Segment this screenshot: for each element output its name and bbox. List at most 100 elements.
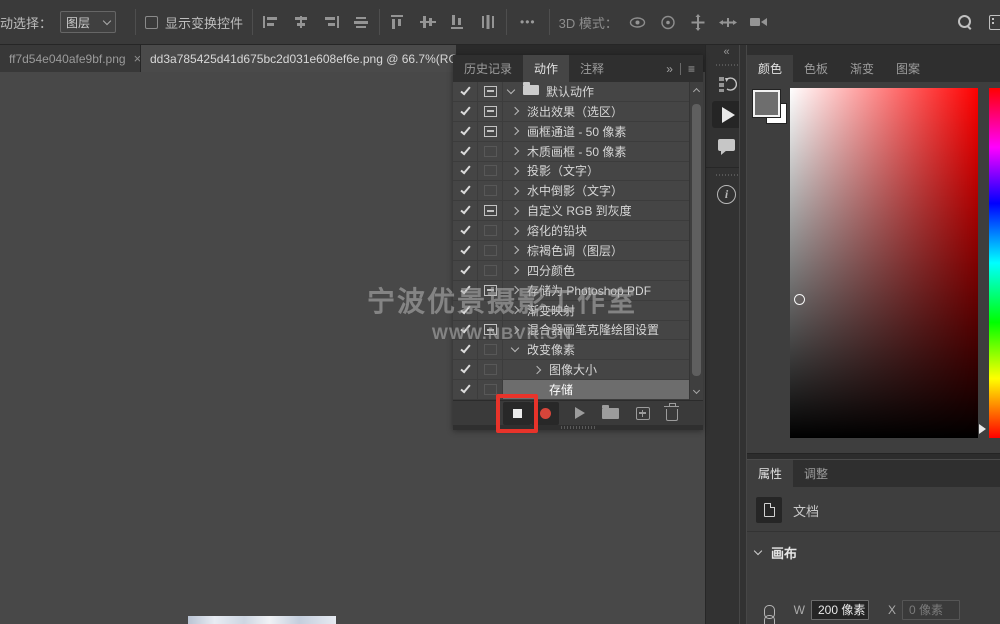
scrollbar-thumb[interactable] [692,104,701,376]
dock-grip[interactable] [716,64,738,66]
tab-history[interactable]: 历史记录 [453,55,523,82]
tab-properties[interactable]: 属性 [747,460,793,487]
action-dialog-toggle[interactable] [478,261,503,280]
distribute-vertical-centers-icon[interactable] [479,14,497,30]
auto-select-dropdown[interactable]: 图层 [60,11,116,33]
color-saturation-field[interactable] [790,88,978,438]
action-dialog-toggle[interactable] [478,102,503,121]
action-enabled-checkbox[interactable] [453,241,478,260]
3d-camera-icon[interactable] [749,15,768,29]
tab-color[interactable]: 颜色 [747,55,793,82]
action-row[interactable]: 改变像素 [453,340,689,360]
expander-icon[interactable] [511,306,519,314]
action-row[interactable]: 棕褐色调（图层） [453,241,689,261]
action-dialog-toggle[interactable] [478,201,503,220]
action-enabled-checkbox[interactable] [453,122,478,141]
more-options-icon[interactable]: ••• [520,15,536,29]
action-enabled-checkbox[interactable] [453,82,478,101]
show-transform-checkbox[interactable] [145,16,158,29]
link-dimensions-icon[interactable] [764,605,776,624]
action-dialog-toggle[interactable] [478,82,503,101]
expander-icon[interactable] [511,167,519,175]
scroll-down-icon[interactable] [693,387,700,394]
action-dialog-toggle[interactable] [478,142,503,161]
actions-scrollbar[interactable] [689,82,703,400]
new-set-folder-button[interactable] [602,408,619,419]
expander-icon[interactable] [511,286,519,294]
tab-actions[interactable]: 动作 [523,55,569,82]
action-dialog-toggle[interactable] [478,340,503,359]
align-horizontal-centers-icon[interactable] [292,14,310,30]
collapse-panels-icon[interactable]: « [706,45,747,58]
expander-icon[interactable] [507,86,515,94]
color-field-cursor[interactable] [794,294,805,305]
search-icon[interactable] [957,14,973,30]
tab-swatches[interactable]: 色板 [793,55,839,82]
action-enabled-checkbox[interactable] [453,360,478,379]
3d-roll-icon[interactable] [659,14,677,31]
action-enabled-checkbox[interactable] [453,221,478,240]
delete-button[interactable] [666,409,678,421]
tab-patterns[interactable]: 图案 [885,55,931,82]
align-top-edges-icon[interactable] [389,14,407,30]
close-icon[interactable]: × [134,51,141,66]
action-dialog-toggle[interactable] [478,321,503,340]
action-row[interactable]: 渐变映射 [453,301,689,321]
expander-icon[interactable] [511,246,519,254]
expander-icon[interactable] [511,187,519,195]
distribute-horizontal-centers-icon[interactable] [352,14,370,30]
action-row[interactable]: 投影（文字） [453,162,689,182]
action-enabled-checkbox[interactable] [453,340,478,359]
expander-icon[interactable] [511,226,519,234]
new-action-button[interactable] [636,407,650,420]
expander-icon[interactable] [511,344,519,352]
foreground-background-swatches[interactable] [753,90,789,126]
expander-icon[interactable] [511,326,519,334]
document-tab[interactable]: ff7d54e040afe9bf.png × [0,45,141,72]
document-tab-active[interactable]: dd3a785425d41d675bc2d031e608ef6e.png @ 6… [141,45,456,72]
dock-grip[interactable] [716,174,738,176]
history-panel-icon[interactable] [706,70,747,98]
hue-strip[interactable] [989,88,1000,438]
hue-slider-icon[interactable] [979,424,986,434]
canvas-section-header[interactable]: 画布 [755,543,797,562]
action-dialog-toggle[interactable] [478,281,503,300]
action-row[interactable]: 画框通道 - 50 像素 [453,122,689,142]
expander-icon[interactable] [511,107,519,115]
3d-orbit-icon[interactable] [628,14,647,31]
play-selection-button[interactable] [575,407,585,419]
3d-pan-icon[interactable] [689,14,707,31]
action-enabled-checkbox[interactable] [453,301,478,320]
foreground-color-swatch[interactable] [753,90,780,117]
align-left-edges-icon[interactable] [262,14,280,30]
action-enabled-checkbox[interactable] [453,321,478,340]
action-row[interactable]: 图像大小 [453,360,689,380]
action-enabled-checkbox[interactable] [453,162,478,181]
action-row[interactable]: 自定义 RGB 到灰度 [453,201,689,221]
workspace-switcher-icon[interactable] [989,15,1000,30]
action-row[interactable]: 混合器画笔克隆绘图设置 [453,321,689,341]
panel-resize-grip[interactable] [453,425,703,430]
actions-panel-icon[interactable] [712,101,742,128]
action-row[interactable]: 熔化的铅块 [453,221,689,241]
action-dialog-toggle[interactable] [478,241,503,260]
action-enabled-checkbox[interactable] [453,201,478,220]
action-dialog-toggle[interactable] [478,122,503,141]
info-panel-icon[interactable]: i [706,180,747,208]
action-dialog-toggle[interactable] [478,301,503,320]
action-enabled-checkbox[interactable] [453,380,478,399]
3d-slide-icon[interactable] [719,14,737,31]
action-enabled-checkbox[interactable] [453,181,478,200]
tab-gradients[interactable]: 渐变 [839,55,885,82]
panel-divider[interactable] [747,453,1000,460]
width-input[interactable]: 200 像素 [811,600,869,620]
align-bottom-edges-icon[interactable] [449,14,467,30]
scroll-up-icon[interactable] [693,88,700,95]
align-right-edges-icon[interactable] [322,14,340,30]
action-row[interactable]: 水中倒影（文字） [453,181,689,201]
action-row[interactable]: 木质画框 - 50 像素 [453,142,689,162]
expander-icon[interactable] [511,206,519,214]
expander-icon[interactable] [511,147,519,155]
action-dialog-toggle[interactable] [478,221,503,240]
action-row[interactable]: 淡出效果（选区） [453,102,689,122]
